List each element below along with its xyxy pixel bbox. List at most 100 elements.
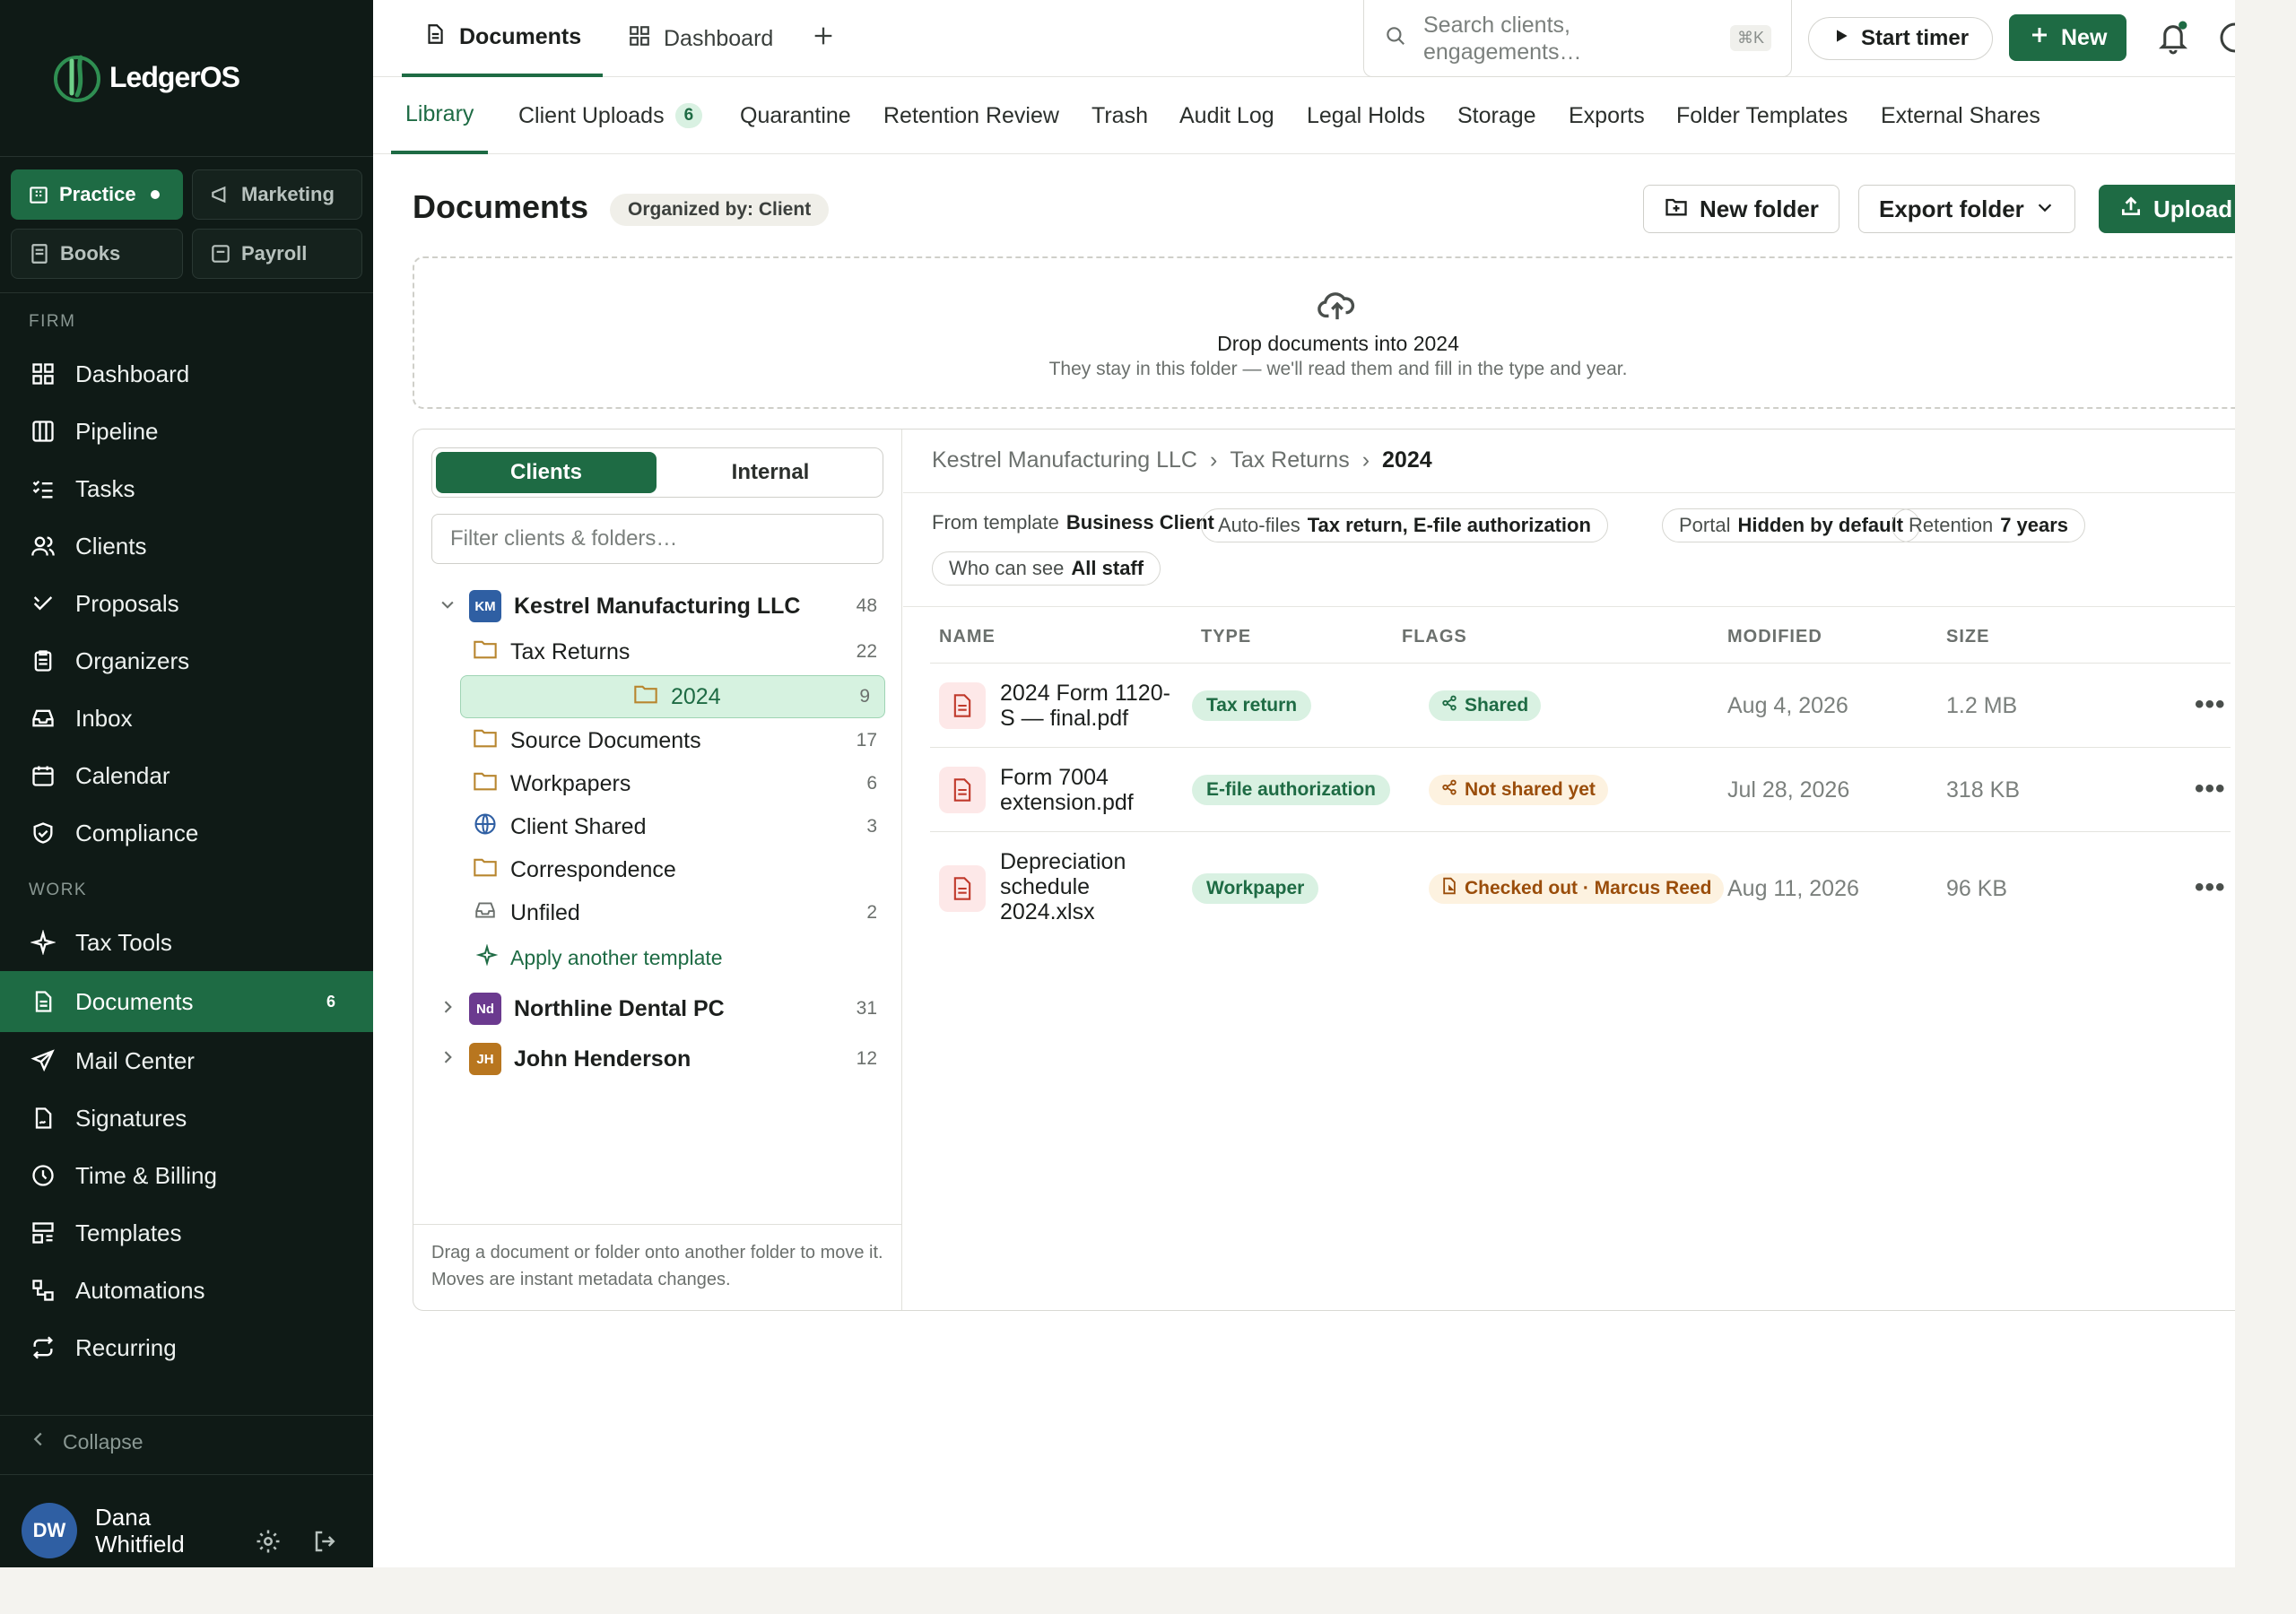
breadcrumb-item[interactable]: Tax Returns xyxy=(1230,447,1349,473)
user-profile[interactable]: DW Dana Whitfield xyxy=(22,1503,203,1558)
workspace-practice[interactable]: Practice xyxy=(11,169,183,220)
file-name[interactable]: 2024 Form 1120-S — final.pdf xyxy=(1000,681,1179,731)
toggle-clients[interactable]: Clients xyxy=(436,452,657,493)
nav-time-billing[interactable]: Time & Billing xyxy=(0,1147,373,1204)
share-icon xyxy=(1441,779,1457,801)
subtab-client-uploads[interactable]: Client Uploads 6 xyxy=(518,77,703,154)
subtab-quarantine[interactable]: Quarantine xyxy=(740,77,851,154)
file-name[interactable]: Depreciation schedule 2024.xlsx xyxy=(1000,849,1179,924)
nav-proposals[interactable]: Proposals xyxy=(0,575,373,632)
nav-pipeline[interactable]: Pipeline xyxy=(0,403,373,460)
column-header-size[interactable]: SIZE xyxy=(1946,627,1989,647)
upload-button[interactable]: Upload xyxy=(2099,185,2235,233)
nav-templates[interactable]: Templates xyxy=(0,1204,373,1262)
tab-documents[interactable]: Documents xyxy=(402,0,604,77)
apply-template-label: Apply another template xyxy=(510,945,723,969)
folder-row-workpapers[interactable]: Workpapers 6 xyxy=(413,762,902,805)
chevron-right-icon[interactable] xyxy=(439,1046,457,1072)
table-row[interactable]: 2024 Form 1120-S — final.pdf Tax return … xyxy=(930,664,2231,747)
nav-clients[interactable]: Clients xyxy=(0,517,373,575)
subtab-exports[interactable]: Exports xyxy=(1569,77,1645,154)
nav-tax-tools[interactable]: Tax Tools xyxy=(0,914,373,971)
folder-icon xyxy=(473,856,498,884)
global-search[interactable]: Search clients, engagements… ⌘K xyxy=(1363,0,1792,77)
nav-compliance[interactable]: Compliance xyxy=(0,804,373,862)
new-button[interactable]: New xyxy=(2009,14,2127,61)
column-header-modified[interactable]: MODIFIED xyxy=(1727,627,1822,647)
file-name[interactable]: Form 7004 extension.pdf xyxy=(1000,765,1179,815)
column-header-flags[interactable]: FLAGS xyxy=(1402,627,1467,647)
nav-inbox[interactable]: Inbox xyxy=(0,690,373,747)
workspace-payroll[interactable]: Payroll xyxy=(192,229,362,279)
meta-retention-chip[interactable]: Retention 7 years xyxy=(1892,508,2086,542)
column-header-type[interactable]: TYPE xyxy=(1201,627,1251,647)
row-more-button[interactable]: ••• xyxy=(2195,690,2226,720)
nav-automations[interactable]: Automations xyxy=(0,1262,373,1319)
calendar-icon xyxy=(29,761,57,790)
row-more-button[interactable]: ••• xyxy=(2195,774,2226,804)
nav-mail-center[interactable]: Mail Center xyxy=(0,1032,373,1089)
row-more-button[interactable]: ••• xyxy=(2195,872,2226,903)
nav-signatures[interactable]: Signatures xyxy=(0,1089,373,1147)
nav-dashboard[interactable]: Dashboard xyxy=(0,345,373,403)
tab-dashboard[interactable]: Dashboard xyxy=(628,0,773,77)
chevron-left-icon xyxy=(29,1429,48,1454)
meta-autofiles-chip[interactable]: Auto-files Tax return, E-file authorizat… xyxy=(1201,508,1608,542)
chevron-down-icon[interactable] xyxy=(439,594,457,620)
meta-value: 7 years xyxy=(2000,514,2069,536)
subtab-external-shares[interactable]: External Shares xyxy=(1881,77,2040,154)
table-row[interactable]: Depreciation schedule 2024.xlsx Workpape… xyxy=(930,833,2231,939)
item-count: 12 xyxy=(856,1048,877,1069)
export-folder-button[interactable]: Export folder xyxy=(1858,185,2075,233)
collapse-button[interactable]: Collapse xyxy=(29,1429,144,1454)
subtab-library[interactable]: Library xyxy=(391,77,489,154)
gear-icon[interactable] xyxy=(255,1528,282,1559)
nav-calendar[interactable]: Calendar xyxy=(0,747,373,804)
drop-zone[interactable]: Drop documents into 2024 They stay in th… xyxy=(413,256,2235,409)
nav-recurring[interactable]: Recurring xyxy=(0,1319,373,1376)
brand-logo[interactable]: LedgerOS xyxy=(50,50,240,104)
folder-row-unfiled[interactable]: Unfiled 2 xyxy=(413,891,902,934)
table-row[interactable]: Form 7004 extension.pdf E-file authoriza… xyxy=(930,749,2231,831)
subtab-folder-templates[interactable]: Folder Templates xyxy=(1676,77,1848,154)
new-folder-button[interactable]: New folder xyxy=(1643,185,1839,233)
chevron-right-icon[interactable] xyxy=(439,996,457,1022)
subtab-legal-holds[interactable]: Legal Holds xyxy=(1307,77,1425,154)
subtab-trash[interactable]: Trash xyxy=(1091,77,1148,154)
type-tag: Workpaper xyxy=(1192,873,1319,904)
organized-by-chip[interactable]: Organized by: Client xyxy=(610,194,830,226)
add-tab-button[interactable] xyxy=(811,0,836,77)
meta-portal-chip[interactable]: Portal Hidden by default xyxy=(1662,508,1921,542)
client-row-northline[interactable]: Nd Northline Dental PC 31 xyxy=(413,987,902,1030)
client-row-kestrel[interactable]: KM Kestrel Manufacturing LLC 48 xyxy=(413,585,902,628)
tree-filter-input[interactable]: Filter clients & folders… xyxy=(431,514,883,564)
subtab-audit-log[interactable]: Audit Log xyxy=(1179,77,1274,154)
client-row-henderson[interactable]: JH John Henderson 12 xyxy=(413,1037,902,1080)
item-count: 9 xyxy=(859,686,870,707)
apply-template-link[interactable]: Apply another template xyxy=(413,936,902,979)
search-input[interactable]: Search clients, engagements… xyxy=(1423,12,1692,65)
nav-documents[interactable]: Documents 6 xyxy=(0,971,373,1032)
workspace-books[interactable]: Books xyxy=(11,229,183,279)
folder-row-client-shared[interactable]: Client Shared 3 xyxy=(413,805,902,848)
notifications-button[interactable] xyxy=(2156,20,2190,60)
column-header-name[interactable]: NAME xyxy=(939,627,996,647)
toggle-internal[interactable]: Internal xyxy=(660,452,881,493)
folder-icon xyxy=(633,683,658,711)
subtab-storage[interactable]: Storage xyxy=(1457,77,1536,154)
logout-icon[interactable] xyxy=(312,1528,339,1559)
recurring-icon xyxy=(29,1333,57,1362)
folder-row-source-documents[interactable]: Source Documents 17 xyxy=(413,719,902,762)
workspace-marketing[interactable]: Marketing xyxy=(192,169,362,220)
folder-row-correspondence[interactable]: Correspondence xyxy=(413,848,902,891)
meta-visibility-chip[interactable]: Who can see All staff xyxy=(932,551,1161,586)
start-timer-button[interactable]: Start timer xyxy=(1808,17,1994,60)
help-icon[interactable] xyxy=(2219,22,2235,58)
nav-organizers[interactable]: Organizers xyxy=(0,632,373,690)
folder-row-tax-returns[interactable]: Tax Returns 22 xyxy=(413,630,902,673)
drop-zone-title: Drop documents into 2024 xyxy=(1217,332,1459,355)
folder-row-2024[interactable]: 2024 9 xyxy=(460,675,885,718)
nav-tasks[interactable]: Tasks xyxy=(0,460,373,517)
subtab-retention-review[interactable]: Retention Review xyxy=(883,77,1059,154)
breadcrumb-item[interactable]: Kestrel Manufacturing LLC xyxy=(932,447,1197,473)
